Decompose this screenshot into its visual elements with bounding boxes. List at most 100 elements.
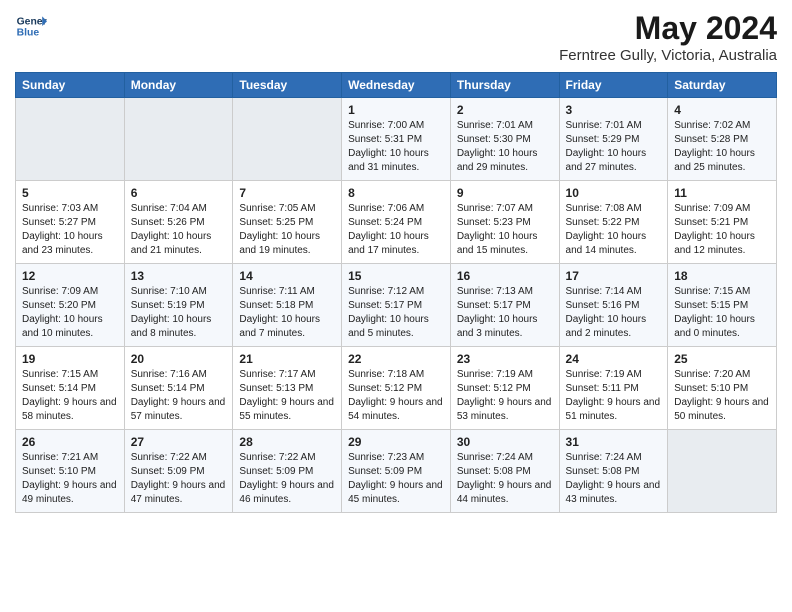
calendar-cell: 8Sunrise: 7:06 AMSunset: 5:24 PMDaylight… [342, 181, 451, 264]
day-number: 28 [239, 435, 335, 449]
day-number: 21 [239, 352, 335, 366]
weekday-header: Saturday [668, 73, 777, 98]
calendar-cell: 16Sunrise: 7:13 AMSunset: 5:17 PMDayligh… [450, 264, 559, 347]
calendar-week-row: 12 Sunrise: 7:09 AMSunset: 5:20 PMDayligh… [16, 264, 777, 347]
weekday-header: Monday [124, 73, 233, 98]
calendar-cell: 18 Sunrise: 7:15 AMSunset: 5:15 PMDayligh… [668, 264, 777, 347]
day-number: 13 [131, 269, 227, 283]
calendar-cell: 21 Sunrise: 7:17 AMSunset: 5:13 PMDayligh… [233, 347, 342, 430]
day-number: 22 [348, 352, 444, 366]
calendar-title: May 2024 [559, 10, 777, 47]
calendar-table: SundayMondayTuesdayWednesdayThursdayFrid… [15, 72, 777, 513]
day-number: 7 [239, 186, 335, 200]
weekday-header: Friday [559, 73, 668, 98]
cell-info: Sunrise: 7:11 AMSunset: 5:18 PMDaylight:… [239, 285, 335, 341]
cell-info: Sunrise: 7:09 AMSunset: 5:20 PMDaylight:… [22, 285, 118, 341]
cell-info: Sunrise: 7:00 AMSunset: 5:31 PMDaylight:… [348, 119, 444, 175]
day-number: 18 [674, 269, 770, 283]
cell-info: Sunrise: 7:16 AMSunset: 5:14 PMDaylight:… [131, 368, 227, 424]
day-number: 8 [348, 186, 444, 200]
calendar-cell: 9 Sunrise: 7:07 AMSunset: 5:23 PMDaylight… [450, 181, 559, 264]
calendar-cell: 1Sunrise: 7:00 AMSunset: 5:31 PMDaylight… [342, 98, 451, 181]
cell-info: Sunrise: 7:01 AMSunset: 5:30 PMDaylight:… [457, 119, 553, 175]
weekday-header: Sunday [16, 73, 125, 98]
cell-info: Sunrise: 7:18 AMSunset: 5:12 PMDaylight:… [348, 368, 444, 424]
calendar-cell: 19 Sunrise: 7:15 AMSunset: 5:14 PMDayligh… [16, 347, 125, 430]
calendar-week-row: 26Sunrise: 7:21 AMSunset: 5:10 PMDayligh… [16, 430, 777, 513]
day-number: 23 [457, 352, 553, 366]
day-number: 10 [566, 186, 662, 200]
calendar-cell: 7 Sunrise: 7:05 AMSunset: 5:25 PMDaylight… [233, 181, 342, 264]
calendar-cell: 12 Sunrise: 7:09 AMSunset: 5:20 PMDayligh… [16, 264, 125, 347]
cell-info: Sunrise: 7:15 AMSunset: 5:14 PMDaylight:… [22, 368, 118, 424]
day-number: 15 [348, 269, 444, 283]
calendar-cell [124, 98, 233, 181]
day-number: 17 [566, 269, 662, 283]
calendar-cell: 28 Sunrise: 7:22 AMSunset: 5:09 PMDayligh… [233, 430, 342, 513]
cell-info: Sunrise: 7:20 AMSunset: 5:10 PMDaylight:… [674, 368, 770, 424]
cell-info: Sunrise: 7:02 AMSunset: 5:28 PMDaylight:… [674, 119, 770, 175]
calendar-cell: 5Sunrise: 7:03 AMSunset: 5:27 PMDaylight… [16, 181, 125, 264]
cell-info: Sunrise: 7:21 AMSunset: 5:10 PMDaylight:… [22, 451, 118, 507]
calendar-cell [16, 98, 125, 181]
weekday-header: Thursday [450, 73, 559, 98]
day-number: 29 [348, 435, 444, 449]
header-row: SundayMondayTuesdayWednesdayThursdayFrid… [16, 73, 777, 98]
cell-info: Sunrise: 7:05 AMSunset: 5:25 PMDaylight:… [239, 202, 335, 258]
calendar-cell: 26Sunrise: 7:21 AMSunset: 5:10 PMDayligh… [16, 430, 125, 513]
calendar-cell: 6Sunrise: 7:04 AMSunset: 5:26 PMDaylight… [124, 181, 233, 264]
calendar-cell: 24 Sunrise: 7:19 AMSunset: 5:11 PMDayligh… [559, 347, 668, 430]
calendar-cell [233, 98, 342, 181]
day-number: 11 [674, 186, 770, 200]
calendar-cell: 29 Sunrise: 7:23 AMSunset: 5:09 PMDayligh… [342, 430, 451, 513]
calendar-cell: 23 Sunrise: 7:19 AMSunset: 5:12 PMDayligh… [450, 347, 559, 430]
day-number: 30 [457, 435, 553, 449]
cell-info: Sunrise: 7:01 AMSunset: 5:29 PMDaylight:… [566, 119, 662, 175]
calendar-week-row: 1Sunrise: 7:00 AMSunset: 5:31 PMDaylight… [16, 98, 777, 181]
calendar-cell: 30 Sunrise: 7:24 AMSunset: 5:08 PMDayligh… [450, 430, 559, 513]
calendar-cell: 27Sunrise: 7:22 AMSunset: 5:09 PMDayligh… [124, 430, 233, 513]
header: General Blue May 2024 Ferntree Gully, Vi… [15, 10, 777, 64]
cell-info: Sunrise: 7:15 AMSunset: 5:15 PMDaylight:… [674, 285, 770, 341]
day-number: 12 [22, 269, 118, 283]
calendar-cell: 25 Sunrise: 7:20 AMSunset: 5:10 PMDayligh… [668, 347, 777, 430]
title-block: May 2024 Ferntree Gully, Victoria, Austr… [559, 10, 777, 64]
calendar-cell: 13 Sunrise: 7:10 AMSunset: 5:19 PMDayligh… [124, 264, 233, 347]
day-number: 19 [22, 352, 118, 366]
svg-text:Blue: Blue [17, 28, 40, 39]
cell-info: Sunrise: 7:10 AMSunset: 5:19 PMDaylight:… [131, 285, 227, 341]
cell-info: Sunrise: 7:17 AMSunset: 5:13 PMDaylight:… [239, 368, 335, 424]
calendar-cell: 22 Sunrise: 7:18 AMSunset: 5:12 PMDayligh… [342, 347, 451, 430]
calendar-cell [668, 430, 777, 513]
day-number: 25 [674, 352, 770, 366]
cell-info: Sunrise: 7:03 AMSunset: 5:27 PMDaylight:… [22, 202, 118, 258]
cell-info: Sunrise: 7:24 AMSunset: 5:08 PMDaylight:… [457, 451, 553, 507]
calendar-cell: 31 Sunrise: 7:24 AMSunset: 5:08 PMDayligh… [559, 430, 668, 513]
day-number: 9 [457, 186, 553, 200]
cell-info: Sunrise: 7:24 AMSunset: 5:08 PMDaylight:… [566, 451, 662, 507]
cell-info: Sunrise: 7:19 AMSunset: 5:12 PMDaylight:… [457, 368, 553, 424]
calendar-cell: 10Sunrise: 7:08 AMSunset: 5:22 PMDayligh… [559, 181, 668, 264]
logo-icon: General Blue [15, 10, 47, 42]
calendar-week-row: 5Sunrise: 7:03 AMSunset: 5:27 PMDaylight… [16, 181, 777, 264]
calendar-cell: 11Sunrise: 7:09 AMSunset: 5:21 PMDayligh… [668, 181, 777, 264]
page: General Blue May 2024 Ferntree Gully, Vi… [0, 0, 792, 528]
cell-info: Sunrise: 7:04 AMSunset: 5:26 PMDaylight:… [131, 202, 227, 258]
cell-info: Sunrise: 7:07 AMSunset: 5:23 PMDaylight:… [457, 202, 553, 258]
day-number: 31 [566, 435, 662, 449]
weekday-header: Wednesday [342, 73, 451, 98]
weekday-header: Tuesday [233, 73, 342, 98]
day-number: 14 [239, 269, 335, 283]
day-number: 3 [566, 103, 662, 117]
logo: General Blue [15, 10, 47, 42]
cell-info: Sunrise: 7:23 AMSunset: 5:09 PMDaylight:… [348, 451, 444, 507]
cell-info: Sunrise: 7:12 AMSunset: 5:17 PMDaylight:… [348, 285, 444, 341]
cell-info: Sunrise: 7:22 AMSunset: 5:09 PMDaylight:… [239, 451, 335, 507]
day-number: 24 [566, 352, 662, 366]
cell-info: Sunrise: 7:19 AMSunset: 5:11 PMDaylight:… [566, 368, 662, 424]
day-number: 16 [457, 269, 553, 283]
calendar-cell: 20 Sunrise: 7:16 AMSunset: 5:14 PMDayligh… [124, 347, 233, 430]
day-number: 2 [457, 103, 553, 117]
day-number: 20 [131, 352, 227, 366]
calendar-cell: 3 Sunrise: 7:01 AMSunset: 5:29 PMDaylight… [559, 98, 668, 181]
